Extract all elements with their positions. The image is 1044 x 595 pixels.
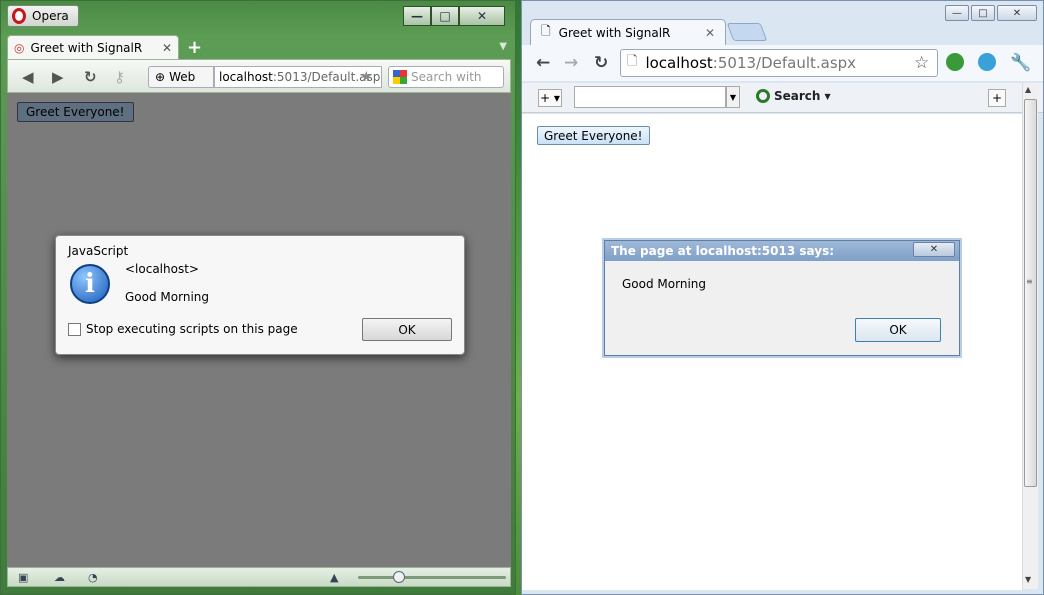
greet-everyone-button[interactable]: Greet Everyone! [537, 126, 650, 145]
opera-page-content: Greet Everyone! JavaScript i <localhost>… [7, 93, 511, 567]
toolbar-search-input[interactable] [574, 86, 726, 108]
javascript-alert-dialog: The page at localhost:5013 says: ✕ Good … [604, 240, 960, 356]
minimize-icon: — [411, 9, 423, 23]
dialog-titlebar: The page at localhost:5013 says: ✕ [605, 241, 959, 261]
close-icon: ✕ [1012, 7, 1022, 19]
chrome-window-controls: — □ ✕ [945, 5, 1037, 21]
zoom-slider[interactable] [358, 576, 506, 579]
address-host: localhost [645, 54, 713, 72]
close-icon: ✕ [476, 9, 488, 23]
dialog-title: JavaScript [68, 244, 129, 258]
extension-icon[interactable] [946, 53, 964, 71]
opera-menu-button[interactable]: Opera [7, 5, 79, 27]
ok-button[interactable]: OK [855, 318, 941, 342]
chrome-toolbar: ← → ↻ 🗋 localhost:5013/Default.aspx ☆ 🔧 [522, 45, 1043, 81]
cloud-icon[interactable]: ☁ [54, 571, 65, 584]
greet-everyone-button[interactable]: Greet Everyone! [17, 102, 134, 122]
scrollbar-grip-icon: ≡ [1026, 277, 1033, 286]
globe-icon: ⊕ [155, 70, 166, 84]
dialog-message: Good Morning [622, 277, 706, 291]
web-button[interactable]: ⊕ Web [148, 66, 214, 88]
opera-menu-label: Opera [32, 9, 69, 23]
scroll-up-icon[interactable]: ▲ [1025, 85, 1031, 94]
scrollbar-thumb[interactable] [1024, 99, 1037, 487]
chrome-window: — □ ✕ 🗋 Greet with SignalR ✕ ← → ↻ 🗋 loc… [521, 0, 1044, 595]
forward-icon[interactable]: ▶ [52, 68, 64, 86]
search-placeholder: Search with [411, 70, 482, 84]
google-icon [393, 70, 407, 84]
reload-icon[interactable]: ↻ [84, 68, 97, 86]
chrome-page-content: Greet Everyone! The page at localhost:50… [522, 114, 1022, 590]
maximize-icon: □ [439, 9, 451, 23]
plus-icon[interactable]: + ▾ [538, 89, 562, 107]
opera-tab-bar: ◎ Greet with SignalR ✕ + ▼ [7, 35, 511, 59]
new-tab-button[interactable] [726, 23, 768, 41]
key-icon[interactable]: ⚷ [114, 68, 125, 86]
vertical-scrollbar[interactable]: ▲ ≡ ▼ [1022, 83, 1038, 589]
address-host: localhost [219, 70, 273, 84]
maximize-button[interactable]: □ [971, 5, 995, 21]
opera-titlebar: Opera — □ ✕ [1, 1, 515, 31]
minimize-icon: — [952, 7, 962, 19]
dialog-title: The page at localhost:5013 says: [611, 244, 835, 258]
page-icon: 🗋 [541, 24, 551, 38]
chevron-down-icon: ▼ [824, 91, 831, 101]
magnifier-icon [756, 89, 770, 103]
zoom-up-icon[interactable]: ▲ [330, 571, 338, 584]
toolbar-search-button[interactable]: Search ▼ [756, 89, 831, 103]
back-icon[interactable]: ← [536, 53, 550, 73]
minimize-button[interactable]: — [403, 6, 431, 26]
close-tab-icon[interactable]: ✕ [162, 41, 172, 55]
tab-title: Greet with SignalR [30, 40, 143, 55]
page-icon: 🗋 [627, 54, 638, 69]
web-label: Web [169, 70, 196, 84]
opera-window-controls: — □ ✕ [403, 6, 505, 26]
star-icon[interactable]: ☆ [914, 53, 929, 73]
google-toolbar: + ▾ ▼ Search ▼ + [522, 83, 1043, 113]
tab-title: Greet with SignalR [558, 25, 671, 40]
panel-toggle-icon[interactable]: ▣ [18, 571, 28, 584]
stop-scripts-checkbox[interactable] [68, 323, 81, 336]
toolbar-search-label: Search [774, 89, 821, 103]
close-tab-icon[interactable]: ✕ [705, 26, 715, 40]
back-icon[interactable]: ◀ [22, 68, 34, 86]
tab-menu-icon[interactable]: ▼ [499, 41, 507, 52]
forward-icon[interactable]: → [564, 53, 578, 73]
speed-dial-icon[interactable]: ◔ [88, 571, 98, 584]
address-rest: :5013/Default.aspx [712, 54, 857, 72]
ok-button[interactable]: OK [362, 318, 452, 341]
reload-icon[interactable]: ↻ [594, 53, 608, 73]
maximize-icon: □ [978, 7, 988, 19]
close-icon: ✕ [929, 244, 939, 255]
dialog-close-button[interactable]: ✕ [913, 242, 955, 257]
chrome-tab[interactable]: 🗋 Greet with SignalR ✕ [530, 19, 726, 45]
address-field[interactable]: localhost:5013/Default.aspx [214, 66, 382, 88]
opera-window: Opera — □ ✕ ◎ Greet with SignalR ✕ + ▼ ◀… [0, 0, 516, 595]
wrench-icon[interactable]: 🔧 [1010, 53, 1031, 73]
opera-toolbar: ◀ ▶ ↻ ⚷ ⊕ Web localhost:5013/Default.asp… [7, 59, 511, 93]
skype-icon[interactable] [978, 53, 996, 71]
dialog-origin: <localhost> [125, 262, 199, 276]
opera-logo-icon [12, 8, 26, 24]
javascript-alert-dialog: JavaScript i <localhost> Good Morning St… [55, 235, 465, 355]
new-tab-button[interactable]: + [187, 37, 202, 58]
zoom-slider-thumb[interactable] [393, 571, 406, 583]
page-icon: ◎ [14, 40, 25, 55]
add-button[interactable]: + [988, 89, 1006, 107]
star-icon[interactable]: ★ [360, 69, 373, 85]
dialog-message: Good Morning [125, 290, 209, 304]
close-window-button[interactable]: ✕ [997, 5, 1037, 21]
maximize-button[interactable]: □ [431, 6, 459, 26]
omnibox[interactable]: 🗋 localhost:5013/Default.aspx [620, 49, 938, 77]
stop-scripts-label[interactable]: Stop executing scripts on this page [86, 322, 298, 336]
scroll-down-icon[interactable]: ▼ [1025, 575, 1031, 584]
search-field[interactable]: Search with [388, 66, 504, 88]
close-window-button[interactable]: ✕ [459, 6, 505, 26]
info-icon: i [70, 264, 110, 304]
opera-tab[interactable]: ◎ Greet with SignalR ✕ [7, 35, 179, 59]
opera-statusbar: ▣ ☁ ◔ ▲ [7, 567, 511, 587]
minimize-button[interactable]: — [945, 5, 969, 21]
chevron-down-icon[interactable]: ▼ [726, 86, 740, 108]
